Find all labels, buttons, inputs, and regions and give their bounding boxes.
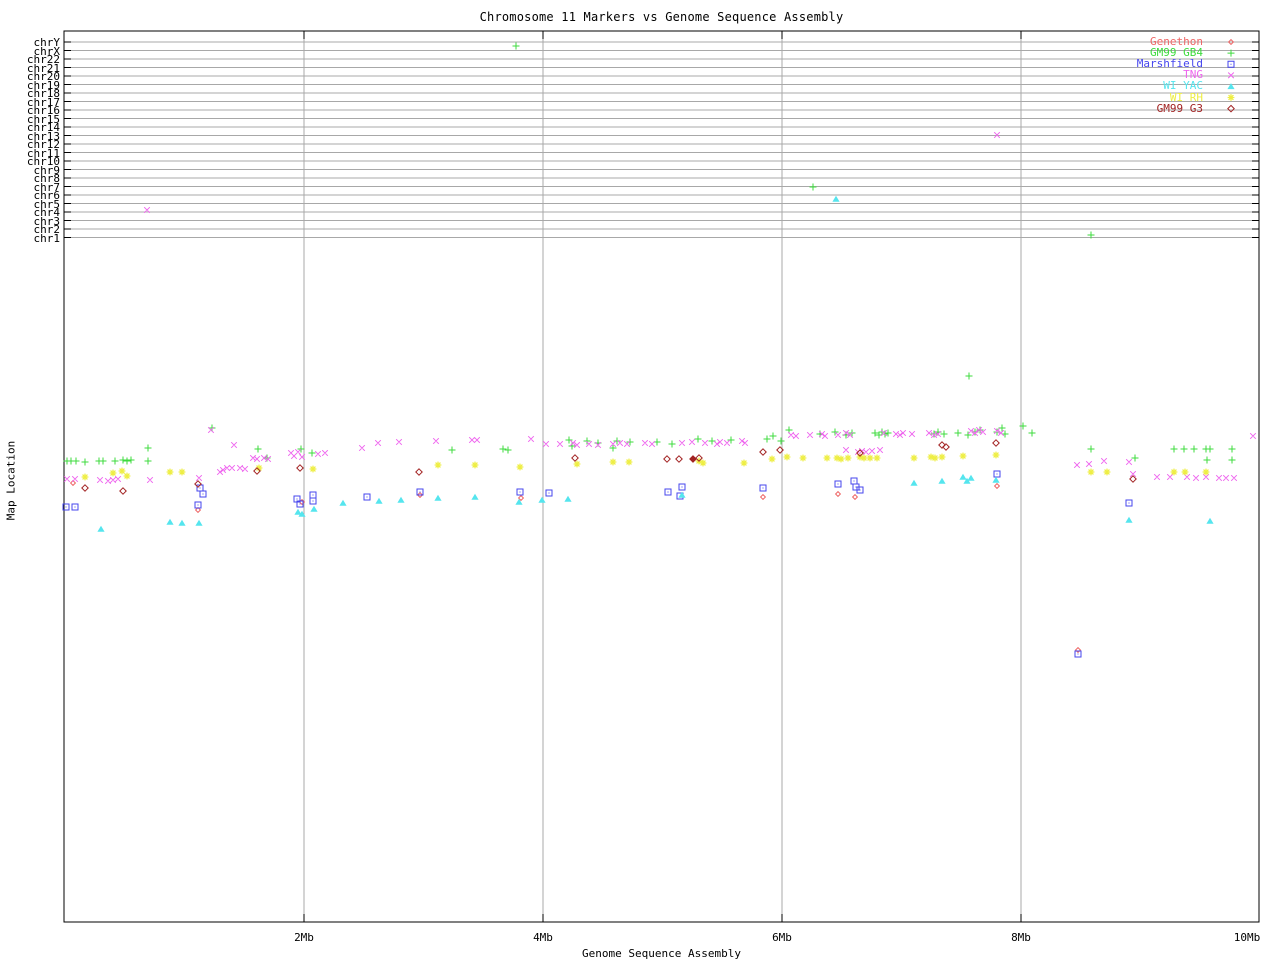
series-gm99_g3	[81, 439, 1137, 495]
series-gm99_g3-filled-points	[689, 455, 697, 463]
series-gm99_g3-points	[81, 439, 1137, 495]
series-genethon-points	[69, 479, 1082, 654]
series-marshfield	[62, 470, 1133, 658]
series-gm99_gb4	[63, 42, 1236, 466]
chart-canvas: Chromosome 11 Markers vs Genome Sequence…	[0, 0, 1280, 960]
legend-marker-gm99_g3	[1227, 104, 1235, 113]
series-genethon	[69, 479, 1082, 654]
series-wi_yac	[97, 195, 1214, 532]
legend-marker-wi_rh	[1227, 94, 1235, 101]
scatter-plot	[62, 30, 1260, 923]
axes	[63, 30, 1260, 923]
gridlines	[65, 32, 1258, 921]
series-gm99_gb4-points	[63, 42, 1236, 466]
series-wi_yac-points	[97, 195, 1214, 532]
legend-marker-tng	[1227, 72, 1235, 79]
series-tng	[63, 131, 1257, 485]
series-marshfield-points	[62, 470, 1133, 658]
legend-marker-marshfield	[1227, 60, 1235, 68]
series-tng-points	[63, 131, 1257, 485]
